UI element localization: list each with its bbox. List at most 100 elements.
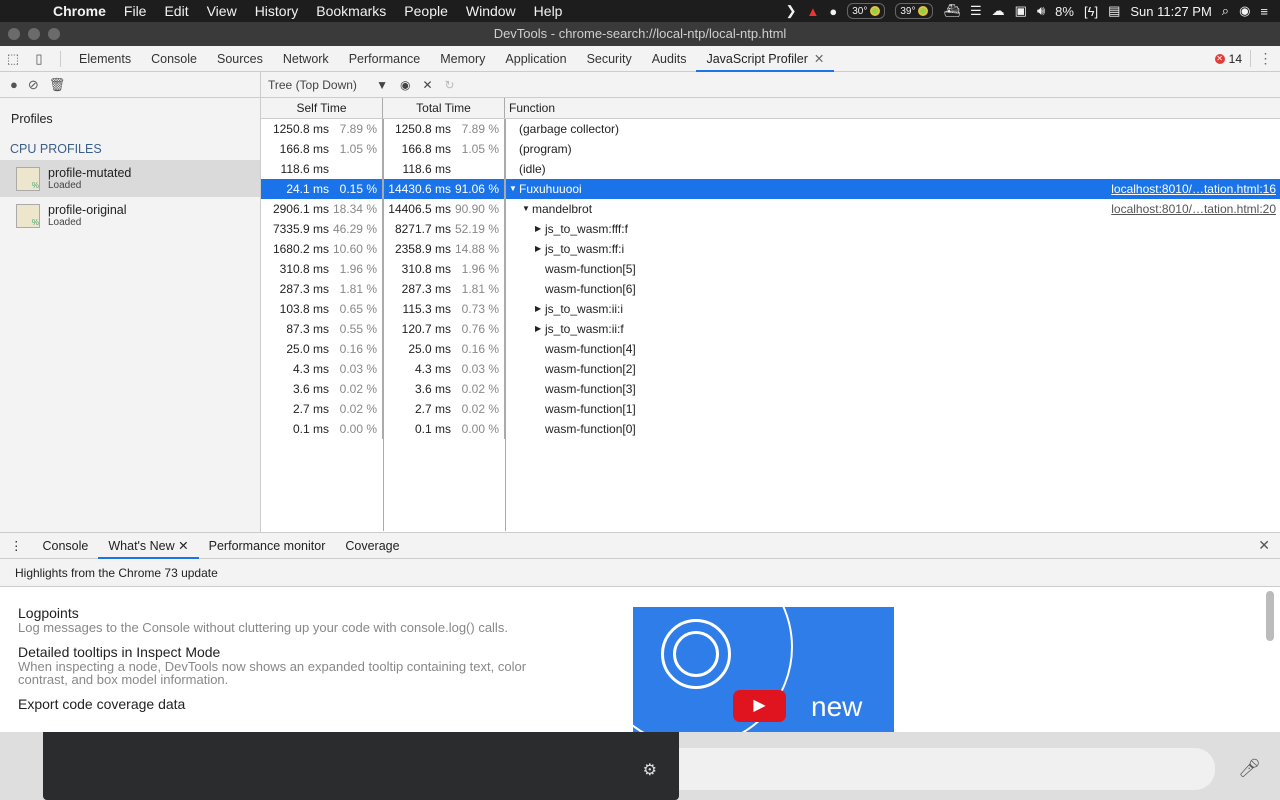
menu-app[interactable]: Chrome [44, 3, 115, 19]
total-percent: 1.05 % [461, 142, 499, 156]
battery-icon[interactable]: [ϟ] [1084, 4, 1098, 19]
restore-icon[interactable]: ↻ [445, 78, 455, 92]
profile-item[interactable]: % profile-original Loaded [0, 197, 260, 234]
background-search-bar[interactable] [679, 748, 1215, 790]
drawer-tab-performance-monitor[interactable]: Performance monitor [199, 533, 336, 559]
table-row[interactable]: 310.8 ms 1.96 % 310.8 ms 1.96 % wasm-functio… [261, 259, 1280, 279]
drawer-tab-coverage[interactable]: Coverage [335, 533, 409, 559]
table-row[interactable]: 25.0 ms 0.16 % 25.0 ms 0.16 % wasm-function[… [261, 339, 1280, 359]
collapsed-arrow-icon[interactable]: ▶ [535, 239, 545, 259]
window-controls [8, 28, 60, 40]
tab-javascript-profiler[interactable]: JavaScript Profiler ✕ [696, 46, 835, 72]
tab-elements[interactable]: Elements [69, 46, 141, 72]
table-row[interactable]: 24.1 ms 0.15 % 14430.6 ms 91.06 % ▼ Fuxuhuuoo… [261, 179, 1280, 199]
tab-network[interactable]: Network [273, 46, 339, 72]
menu-bookmarks[interactable]: Bookmarks [307, 3, 395, 19]
flag-icon[interactable]: ▤ [1108, 3, 1120, 19]
table-row[interactable]: 2906.1 ms 18.34 % 14406.5 ms 90.90 % ▼ mandel… [261, 199, 1280, 219]
lock-status-icon[interactable]: ● [829, 4, 837, 19]
zoom-window-button[interactable] [48, 28, 60, 40]
error-counter[interactable]: ✕ 14 [1214, 52, 1250, 66]
battery-percent[interactable]: 8% [1055, 4, 1074, 19]
menu-people[interactable]: People [395, 3, 457, 19]
record-icon[interactable]: ● [10, 77, 18, 92]
video-thumbnail[interactable]: ▶ new [633, 607, 894, 733]
drawer-tab-whats-new[interactable]: What's New ✕ [98, 533, 199, 559]
table-row[interactable]: 4.3 ms 0.03 % 4.3 ms 0.03 % wasm-function[2] [261, 359, 1280, 379]
delete-icon[interactable]: 🗑︎ [49, 77, 66, 93]
more-options-icon[interactable]: ⋮ [1250, 50, 1280, 67]
search-icon[interactable]: ⌕ [1222, 3, 1229, 19]
table-row[interactable]: 166.8 ms 1.05 % 166.8 ms 1.05 % (program) [261, 139, 1280, 159]
temp-widget-1[interactable]: 30° [847, 3, 886, 19]
temp-widget-2[interactable]: 39° [895, 3, 934, 19]
header-total-time[interactable]: Total Time [383, 98, 505, 118]
header-function[interactable]: Function [505, 98, 1280, 118]
table-row[interactable]: 87.3 ms 0.55 % 120.7 ms 0.76 % ▶ js_to_wasm:i… [261, 319, 1280, 339]
table-row[interactable]: 2.7 ms 0.02 % 2.7 ms 0.02 % wasm-function[1] [261, 399, 1280, 419]
profile-item[interactable]: % profile-mutated Loaded [0, 160, 260, 197]
list-icon[interactable]: ≡ [1260, 4, 1268, 19]
collapsed-arrow-icon[interactable]: ▶ [535, 219, 545, 239]
exclude-icon[interactable]: ✕ [422, 78, 432, 92]
tab-application[interactable]: Application [495, 46, 576, 72]
menu-file[interactable]: File [115, 3, 156, 19]
close-icon[interactable]: ✕ [814, 52, 824, 66]
cloud-icon[interactable]: ☁ [992, 3, 1005, 19]
header-self-time[interactable]: Self Time [261, 98, 383, 118]
close-drawer-icon[interactable]: ✕ [1258, 537, 1280, 554]
volume-icon[interactable]: 🔊︎ [1037, 3, 1045, 19]
table-row[interactable]: 1680.2 ms 10.60 % 2358.9 ms 14.88 % ▶ js_to_w… [261, 239, 1280, 259]
table-row[interactable]: 3.6 ms 0.02 % 3.6 ms 0.02 % wasm-function[3] [261, 379, 1280, 399]
docker-icon[interactable]: ⛴ [943, 3, 960, 19]
notification-icon[interactable]: ▣ [1015, 3, 1027, 19]
menu-window[interactable]: Window [457, 3, 525, 19]
source-link[interactable]: localhost:8010/…tation.html:16 [1111, 179, 1280, 199]
expanded-arrow-icon[interactable]: ▼ [522, 199, 532, 219]
menu-view[interactable]: View [198, 3, 246, 19]
table-row[interactable]: 118.6 ms 118.6 ms (idle) [261, 159, 1280, 179]
profile-status: Loaded [48, 180, 82, 191]
gear-icon[interactable]: ⚙ [643, 760, 657, 780]
menu-edit[interactable]: Edit [155, 3, 197, 19]
table-row[interactable]: 0.1 ms 0.00 % 0.1 ms 0.00 % wasm-function[0] [261, 419, 1280, 439]
expanded-arrow-icon[interactable]: ▼ [509, 179, 519, 199]
minimize-window-button[interactable] [28, 28, 40, 40]
table-row[interactable]: 1250.8 ms 7.89 % 1250.8 ms 7.89 % (garbage c… [261, 119, 1280, 139]
close-icon[interactable]: ✕ [178, 539, 188, 553]
inspect-element-icon[interactable]: ⬚ [0, 51, 26, 67]
collapsed-arrow-icon[interactable]: ▶ [535, 319, 545, 339]
total-time-cell: 120.7 ms 0.76 % [383, 319, 505, 339]
drawer-scrollbar[interactable] [1266, 591, 1274, 641]
menu-history[interactable]: History [246, 3, 308, 19]
menu-help[interactable]: Help [525, 3, 572, 19]
tab-security[interactable]: Security [577, 46, 642, 72]
focus-eye-icon[interactable]: ◉ [400, 78, 410, 92]
device-toolbar-icon[interactable]: ▯ [26, 51, 52, 67]
collapsed-arrow-icon[interactable]: ▶ [535, 299, 545, 319]
profile-name: profile-original [48, 203, 127, 217]
cone-icon[interactable]: ▲ [807, 4, 820, 19]
drawer-tab-console[interactable]: Console [33, 533, 99, 559]
drawer-menu-icon[interactable]: ⋮ [0, 533, 33, 559]
tab-performance[interactable]: Performance [339, 46, 431, 72]
tab-sources[interactable]: Sources [207, 46, 273, 72]
chevron-right-icon[interactable]: ❯ [786, 3, 797, 19]
tab-memory[interactable]: Memory [430, 46, 495, 72]
clear-icon[interactable]: ⊘ [28, 77, 39, 93]
table-row[interactable]: 7335.9 ms 46.29 % 8271.7 ms 52.19 % ▶ js_to_w… [261, 219, 1280, 239]
play-button-icon[interactable]: ▶ [733, 690, 786, 722]
function-cell: ▼ mandelbrot localhost:8010/…tation.html:2… [505, 199, 1280, 219]
view-select[interactable]: Tree (Top Down) ▼ [268, 78, 388, 92]
source-link[interactable]: localhost:8010/…tation.html:20 [1111, 199, 1280, 219]
microphone-icon[interactable]: 🎤︎ [1238, 758, 1261, 779]
tab-console[interactable]: Console [141, 46, 207, 72]
stack-icon[interactable]: ☰ [970, 3, 982, 19]
tab-audits[interactable]: Audits [642, 46, 697, 72]
table-row[interactable]: 287.3 ms 1.81 % 287.3 ms 1.81 % wasm-functio… [261, 279, 1280, 299]
total-percent: 0.02 % [461, 382, 499, 396]
close-window-button[interactable] [8, 28, 20, 40]
table-row[interactable]: 103.8 ms 0.65 % 115.3 ms 0.73 % ▶ js_to_wasm:… [261, 299, 1280, 319]
clock[interactable]: Sun 11:27 PM [1130, 4, 1211, 19]
siri-icon[interactable]: ◉ [1239, 3, 1250, 19]
